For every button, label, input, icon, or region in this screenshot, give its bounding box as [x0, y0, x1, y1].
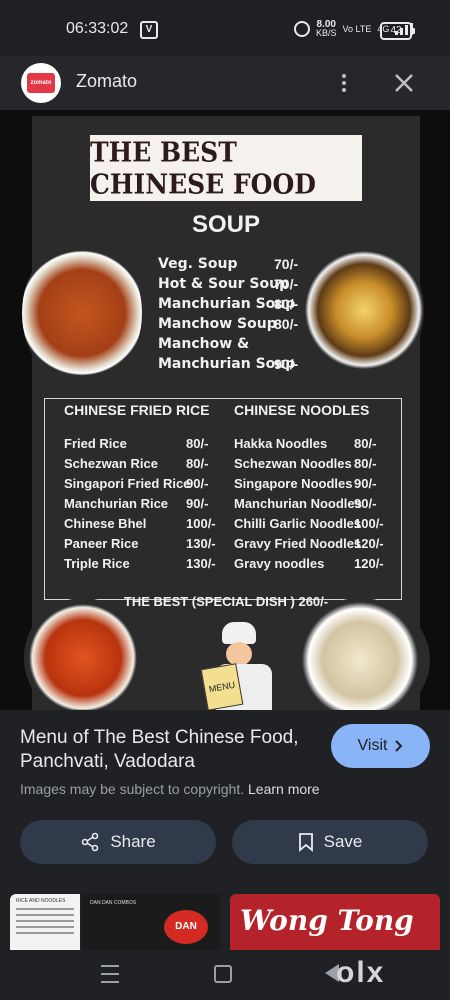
fried-rice-prices: 80/- 80/- 90/- 90/- 100/- 130/- 130/- — [186, 436, 216, 571]
chef-menu-card: MENU — [200, 663, 244, 711]
dan-dan-badge: DAN DAN — [164, 910, 208, 966]
recent-apps-icon[interactable] — [101, 965, 119, 983]
navigation-bar: olx — [0, 950, 450, 1000]
battery-icon: 42 — [380, 22, 415, 40]
status-time: 06:33:02 — [66, 20, 129, 37]
manchurian-bowl-image — [24, 598, 142, 718]
chef-illustration: MENU — [200, 622, 274, 712]
related-images-strip: RICE AND NOODLES DAN DAN COMBOS DAN DAN … — [0, 890, 450, 966]
alarm-icon — [294, 21, 310, 37]
zomato-logo: zomato — [21, 63, 61, 103]
save-button[interactable]: Save — [232, 820, 428, 864]
soup-prices: 70/- 70/- 80/- 80/- 90/- — [274, 256, 299, 372]
soup-bowl-image — [304, 240, 424, 380]
wong-tong-text: Wong Tong — [240, 904, 414, 937]
copyright-notice: Images may be subject to copyright. Lear… — [20, 781, 320, 797]
olx-watermark: olx — [336, 956, 386, 989]
menu-image: THE BEST CHINESE FOOD SOUP Veg. Soup Hot… — [22, 116, 430, 722]
app-bar: zomato Zomato — [0, 56, 450, 110]
noodles-items: Hakka Noodles Schezwan Noodles Singapore… — [234, 436, 362, 571]
app-title: Zomato — [76, 71, 138, 91]
chevron-right-icon — [395, 740, 403, 752]
related-thumbnail[interactable]: DAN DAN COMBOS DAN DAN — [82, 894, 220, 966]
noodles-prices: 80/- 80/- 90/- 90/- 100/- 120/- 120/- — [354, 436, 384, 571]
v-app-icon: V — [140, 21, 158, 39]
bookmark-icon — [298, 833, 313, 852]
noodles-heading: CHINESE NOODLES — [234, 402, 370, 418]
noodle-bowl-image — [22, 238, 142, 388]
save-label: Save — [323, 832, 363, 851]
share-button[interactable]: Share — [20, 820, 216, 864]
home-icon[interactable] — [214, 965, 232, 983]
share-icon — [82, 832, 99, 852]
related-thumbnail[interactable]: Wong Tong — [230, 894, 440, 950]
soup-heading: SOUP — [191, 211, 260, 238]
share-label: Share — [110, 832, 156, 851]
status-bar: 06:33:02 V 8.00 KB/S Vo LTE 4G 42 — [0, 0, 450, 56]
visit-button[interactable]: Visit — [331, 724, 430, 768]
image-info-panel: Menu of The Best Chinese Food, Panchvati… — [0, 710, 450, 890]
fried-rice-bowl-image — [290, 598, 430, 722]
menu-image-viewer[interactable]: THE BEST CHINESE FOOD SOUP Veg. Soup Hot… — [0, 110, 450, 790]
zomato-logo-text: zomato — [27, 73, 55, 93]
fried-rice-items: Fried Rice Schezwan Rice Singapori Fried… — [64, 436, 191, 571]
learn-more-link[interactable]: Learn more — [248, 781, 320, 797]
more-vert-icon[interactable] — [336, 69, 352, 97]
menu-title: THE BEST CHINESE FOOD — [90, 135, 362, 201]
volte-label: Vo LTE — [342, 24, 372, 34]
net-speed: 8.00 KB/S — [316, 19, 337, 38]
image-title[interactable]: Menu of The Best Chinese Food, Panchvati… — [20, 726, 310, 774]
close-icon[interactable] — [390, 69, 418, 97]
visit-label: Visit — [357, 737, 388, 754]
related-thumbnail[interactable]: RICE AND NOODLES — [10, 894, 80, 950]
fried-rice-heading: CHINESE FRIED RICE — [64, 402, 210, 418]
